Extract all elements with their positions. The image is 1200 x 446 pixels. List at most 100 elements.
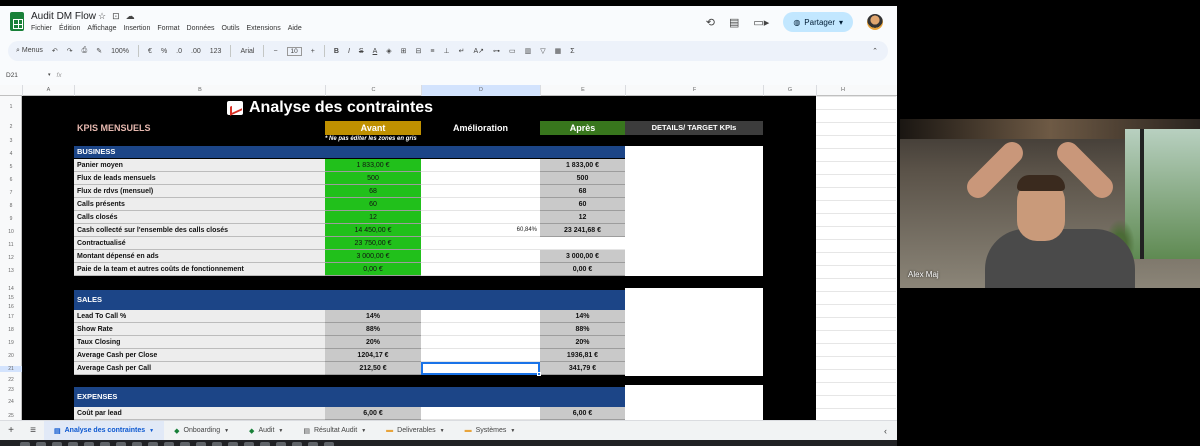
- add-sheet-icon[interactable]: +: [0, 425, 22, 436]
- avant-input[interactable]: 3 000,00 €: [325, 250, 421, 263]
- cloud-status-icon[interactable]: ☁: [126, 11, 135, 22]
- avant-input[interactable]: 1 833,00 €: [325, 159, 421, 172]
- taskbar-app-icon[interactable]: [164, 442, 174, 446]
- text-rotation-icon[interactable]: A↗: [473, 47, 484, 55]
- row-header[interactable]: 25: [0, 413, 22, 419]
- borders-icon[interactable]: ⊞: [401, 47, 407, 55]
- taskbar-app-icon[interactable]: [36, 442, 46, 446]
- column-header-f[interactable]: F: [625, 85, 763, 96]
- taskbar-app-icon[interactable]: [52, 442, 62, 446]
- redo-icon[interactable]: ↷: [67, 47, 73, 55]
- zoom-select[interactable]: 100%: [111, 48, 129, 55]
- percent-format-button[interactable]: %: [161, 48, 167, 55]
- sheet-grid[interactable]: Analyse des contraintes KPIS MENSUELS Av…: [22, 96, 896, 420]
- taskbar-app-icon[interactable]: [244, 442, 254, 446]
- scroll-tabs-icon[interactable]: ‹: [884, 426, 887, 436]
- currency-format-button[interactable]: €: [148, 48, 152, 55]
- taskbar-app-icon[interactable]: [292, 442, 302, 446]
- menu-edition[interactable]: Édition: [59, 25, 80, 32]
- row-header[interactable]: 12: [0, 255, 22, 261]
- row-header[interactable]: 1: [0, 104, 22, 110]
- row-header[interactable]: 18: [0, 327, 22, 333]
- row-header[interactable]: 7: [0, 190, 22, 196]
- taskbar-app-icon[interactable]: [196, 442, 206, 446]
- amelioration-input[interactable]: [421, 172, 540, 185]
- column-header-d[interactable]: D: [421, 85, 540, 96]
- taskbar-app-icon[interactable]: [100, 442, 110, 446]
- row-header[interactable]: 20: [0, 353, 22, 359]
- taskbar-app-icon[interactable]: [68, 442, 78, 446]
- taskbar-app-icon[interactable]: [324, 442, 334, 446]
- column-header-b[interactable]: B: [74, 85, 325, 96]
- fill-color-icon[interactable]: ◈: [386, 47, 391, 55]
- taskbar-app-icon[interactable]: [260, 442, 270, 446]
- video-tile[interactable]: Alex Maj: [900, 119, 1200, 288]
- menu-extensions[interactable]: Extensions: [246, 25, 280, 32]
- meet-icon[interactable]: ▭▸: [753, 16, 769, 29]
- functions-icon[interactable]: Σ: [570, 48, 574, 55]
- bold-icon[interactable]: B: [334, 48, 339, 55]
- menu-donnees[interactable]: Données: [187, 25, 215, 32]
- menu-outils[interactable]: Outils: [222, 25, 240, 32]
- taskbar-app-icon[interactable]: [84, 442, 94, 446]
- row-header[interactable]: 14: [0, 286, 22, 292]
- vertical-align-icon[interactable]: ⊥: [443, 47, 449, 55]
- font-size-increase-button[interactable]: +: [311, 48, 315, 55]
- row-header[interactable]: 2: [0, 124, 22, 130]
- menu-format[interactable]: Format: [157, 25, 179, 32]
- font-family-select[interactable]: Arial: [240, 48, 254, 55]
- row-header[interactable]: 19: [0, 340, 22, 346]
- avant-input[interactable]: 500: [325, 172, 421, 185]
- amelioration-input[interactable]: [421, 310, 540, 323]
- column-header-a[interactable]: A: [22, 85, 74, 96]
- menu-affichage[interactable]: Affichage: [87, 25, 116, 32]
- chart-icon[interactable]: ▥: [525, 47, 532, 55]
- tab-onboarding[interactable]: ◆ Onboarding ▼: [164, 421, 239, 441]
- name-box[interactable]: D21: [0, 72, 48, 79]
- document-title[interactable]: Audit DM Flow: [31, 11, 96, 22]
- tab-resultat-audit[interactable]: ▤ Résultat Audit ▼: [293, 421, 376, 441]
- amelioration-input[interactable]: [421, 237, 540, 250]
- amelioration-input[interactable]: [421, 407, 540, 420]
- avant-input[interactable]: 23 750,00 €: [325, 237, 421, 250]
- all-sheets-icon[interactable]: ≡: [22, 425, 44, 436]
- sheets-logo-icon[interactable]: [10, 12, 24, 31]
- menu-fichier[interactable]: Fichier: [31, 25, 52, 32]
- taskbar-app-icon[interactable]: [276, 442, 286, 446]
- details-cell-expenses[interactable]: [625, 385, 763, 420]
- strikethrough-icon[interactable]: S: [359, 48, 364, 55]
- horizontal-align-icon[interactable]: ≡: [430, 48, 434, 55]
- amelioration-input[interactable]: [421, 263, 540, 276]
- avant-input[interactable]: 14 450,00 €: [325, 224, 421, 237]
- row-header[interactable]: 17: [0, 314, 22, 320]
- decrease-decimal-button[interactable]: .0: [176, 48, 182, 55]
- taskbar-app-icon[interactable]: [148, 442, 158, 446]
- amelioration-input[interactable]: [421, 198, 540, 211]
- collapse-toolbar-icon[interactable]: ⌃: [872, 47, 878, 55]
- row-header[interactable]: 15: [0, 295, 22, 301]
- comments-icon[interactable]: ▤: [729, 16, 739, 29]
- row-header[interactable]: 21: [0, 366, 22, 372]
- text-color-icon[interactable]: A: [373, 48, 378, 55]
- avant-input[interactable]: 0,00 €: [325, 263, 421, 276]
- history-icon[interactable]: ⟲: [706, 16, 715, 29]
- row-header[interactable]: 23: [0, 387, 22, 393]
- font-size-input[interactable]: 10: [286, 46, 302, 56]
- row-header[interactable]: 8: [0, 203, 22, 209]
- amelioration-input[interactable]: [421, 250, 540, 263]
- row-header[interactable]: 6: [0, 177, 22, 183]
- row-header[interactable]: 16: [0, 304, 22, 310]
- increase-decimal-button[interactable]: .00: [191, 48, 201, 55]
- move-folder-icon[interactable]: ⊡: [112, 11, 120, 22]
- link-icon[interactable]: ⊶: [493, 47, 500, 55]
- taskbar-app-icon[interactable]: [116, 442, 126, 446]
- filter-views-icon[interactable]: ▦: [555, 47, 562, 55]
- menu-insertion[interactable]: Insertion: [123, 25, 150, 32]
- details-cell-business[interactable]: [625, 146, 763, 276]
- tab-systemes[interactable]: ▬ Systèmes ▼: [455, 421, 526, 441]
- amelioration-input[interactable]: 60,84%: [421, 224, 540, 237]
- column-header-g[interactable]: G: [763, 85, 816, 96]
- fill-handle[interactable]: [537, 372, 541, 376]
- amelioration-input[interactable]: [421, 185, 540, 198]
- avatar[interactable]: [867, 14, 883, 30]
